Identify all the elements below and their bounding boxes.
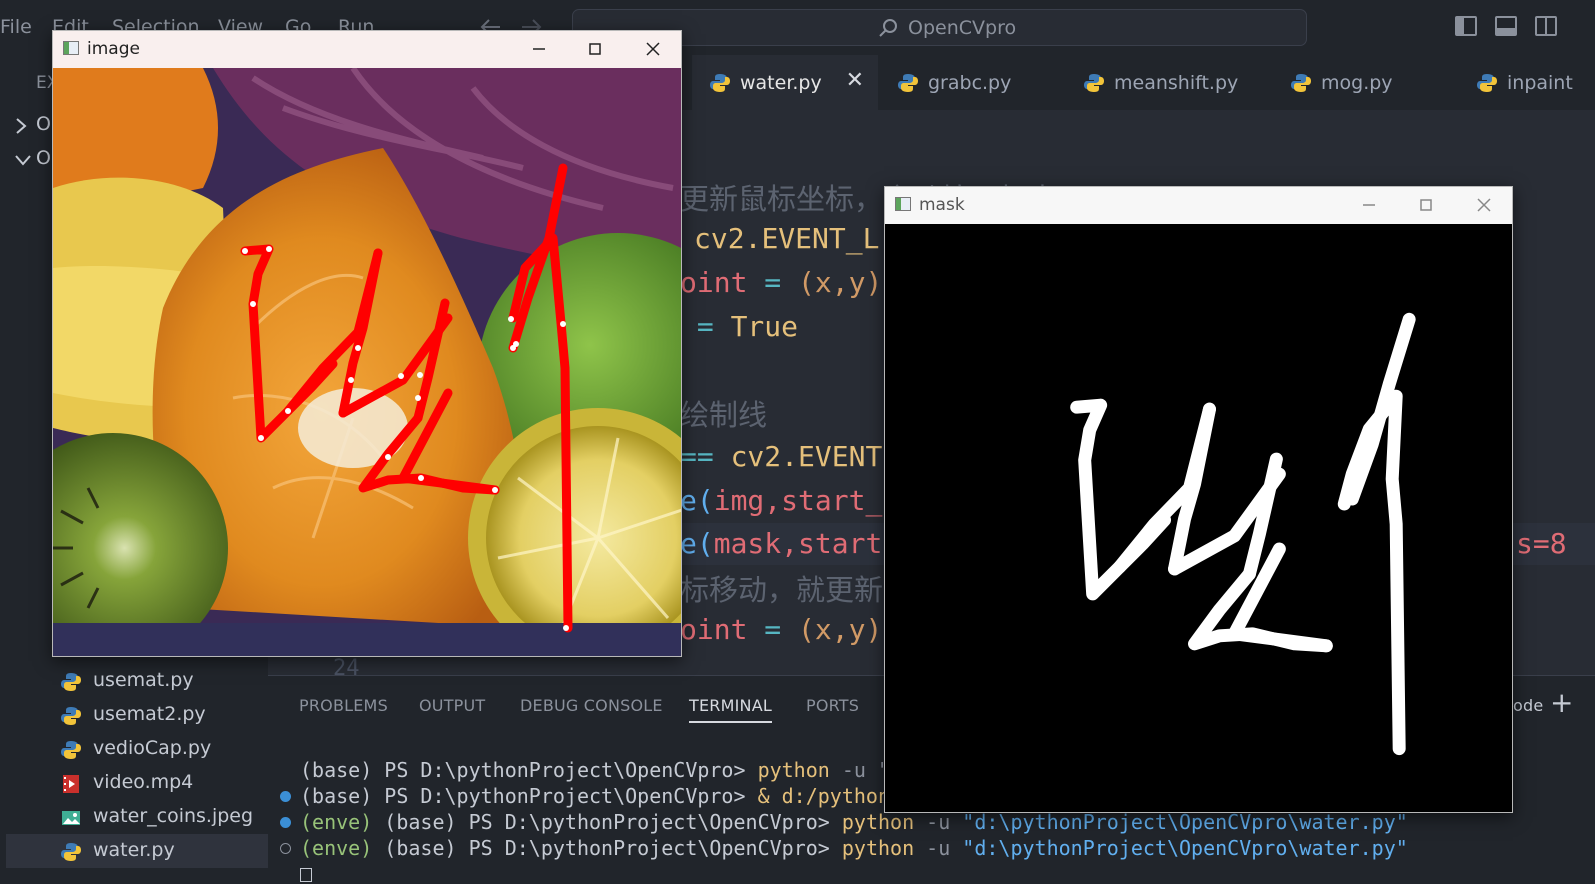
file-name: usemat2.py xyxy=(93,703,206,725)
code-comment-9: 标移动，就更新 xyxy=(680,573,884,607)
toggle-sidebar-icon[interactable] xyxy=(1455,16,1477,36)
code-line-4: = True xyxy=(680,310,799,343)
close-icon[interactable]: ✕ xyxy=(846,68,864,93)
python-icon xyxy=(710,74,730,92)
file-name: water_coins.jpeg xyxy=(93,805,254,827)
tab-meanshift[interactable]: meanshift.py xyxy=(1066,55,1271,110)
python-icon xyxy=(61,741,81,759)
window-title: image xyxy=(87,39,140,59)
image-file-icon xyxy=(62,811,80,825)
terminal-cursor xyxy=(300,868,312,882)
code-comment-5: 绘制线 xyxy=(680,398,768,432)
terminal-status-icon xyxy=(280,817,291,828)
panel-tab-ports[interactable]: PORTS xyxy=(806,696,859,715)
minimize-icon[interactable] xyxy=(1357,193,1381,217)
terminal-status-icon xyxy=(280,843,291,854)
code-line-8-tail: s=8 xyxy=(1516,527,1567,560)
tab-inpaint[interactable]: inpaint xyxy=(1459,55,1595,110)
maximize-icon[interactable] xyxy=(1414,193,1438,217)
file-name: usemat.py xyxy=(93,669,194,691)
app-icon xyxy=(63,41,79,55)
panel-tab-debug-console[interactable]: DEBUG CONSOLE xyxy=(520,696,663,715)
python-icon xyxy=(61,673,81,691)
tab-mog[interactable]: mog.py xyxy=(1273,55,1457,110)
panel-tab-output[interactable]: OUTPUT xyxy=(419,696,485,715)
terminal-line-1: (base) PS D:\pythonProject\OpenCVpro> py… xyxy=(300,758,903,782)
python-icon xyxy=(61,843,81,861)
image-window[interactable]: image xyxy=(52,30,682,657)
code-line-10: oint = (x,y) xyxy=(680,613,883,646)
search-icon xyxy=(879,19,897,37)
close-icon[interactable] xyxy=(641,37,665,61)
mask-window-titlebar[interactable]: mask xyxy=(885,187,1512,224)
python-icon xyxy=(1477,74,1497,92)
fruit-image[interactable] xyxy=(53,68,681,656)
toggle-secondary-sidebar-icon[interactable] xyxy=(1535,16,1557,36)
menu-file[interactable]: File xyxy=(0,16,32,38)
file-item-usemat[interactable]: usemat.py xyxy=(6,664,268,698)
file-name: vedioCap.py xyxy=(93,737,212,759)
terminal-status-icon xyxy=(280,791,291,802)
python-icon xyxy=(1084,74,1104,92)
code-line-7: e(img,start_ xyxy=(680,484,883,517)
code-line-3: oint = (x,y) xyxy=(680,266,883,299)
code-line-6: == cv2.EVENT xyxy=(680,440,883,473)
search-text: OpenCVpro xyxy=(908,17,1017,39)
terminal-line-3: (enve) (base) PS D:\pythonProject\OpenCV… xyxy=(300,810,1408,834)
file-item-water-coins[interactable]: water_coins.jpeg xyxy=(6,800,268,834)
mask-image[interactable] xyxy=(885,224,1512,812)
file-item-usemat2[interactable]: usemat2.py xyxy=(6,698,268,732)
code-line-2: cv2.EVENT_L xyxy=(694,222,880,255)
video-file-icon xyxy=(63,775,79,793)
code-line-8: e(mask,start xyxy=(680,527,883,560)
python-icon xyxy=(61,707,81,725)
chevron-right-icon xyxy=(16,118,27,134)
terminal-line-4: (enve) (base) PS D:\pythonProject\OpenCV… xyxy=(300,836,1408,860)
minimize-icon[interactable] xyxy=(527,37,551,61)
mask-window[interactable]: mask xyxy=(884,186,1513,813)
file-name: water.py xyxy=(93,839,175,861)
python-icon xyxy=(1291,74,1311,92)
command-center-search[interactable]: OpenCVpro xyxy=(572,9,1307,46)
new-terminal-icon[interactable]: + xyxy=(1550,686,1573,719)
tab-grabc[interactable]: grabc.py xyxy=(880,55,1064,110)
file-item-vediocap[interactable]: vedioCap.py xyxy=(6,732,268,766)
panel-tab-terminal[interactable]: TERMINAL xyxy=(689,696,772,715)
maximize-icon[interactable] xyxy=(583,37,607,61)
image-window-titlebar[interactable]: image xyxy=(53,31,681,68)
chevron-down-icon xyxy=(15,155,31,166)
tab-water[interactable]: water.py ✕ xyxy=(692,55,878,110)
file-name: video.mp4 xyxy=(93,771,194,793)
file-item-video[interactable]: video.mp4 xyxy=(6,766,268,800)
toggle-panel-icon[interactable] xyxy=(1495,16,1517,36)
window-title: mask xyxy=(919,195,965,215)
python-icon xyxy=(898,74,918,92)
close-icon[interactable] xyxy=(1472,193,1496,217)
terminal-line-2: (base) PS D:\pythonProject\OpenCVpro> & … xyxy=(300,784,903,808)
terminal-profile-label[interactable]: ode xyxy=(1513,696,1543,715)
file-item-water[interactable]: water.py xyxy=(6,834,268,868)
app-icon xyxy=(895,197,911,211)
panel-tab-problems[interactable]: PROBLEMS xyxy=(299,696,388,715)
